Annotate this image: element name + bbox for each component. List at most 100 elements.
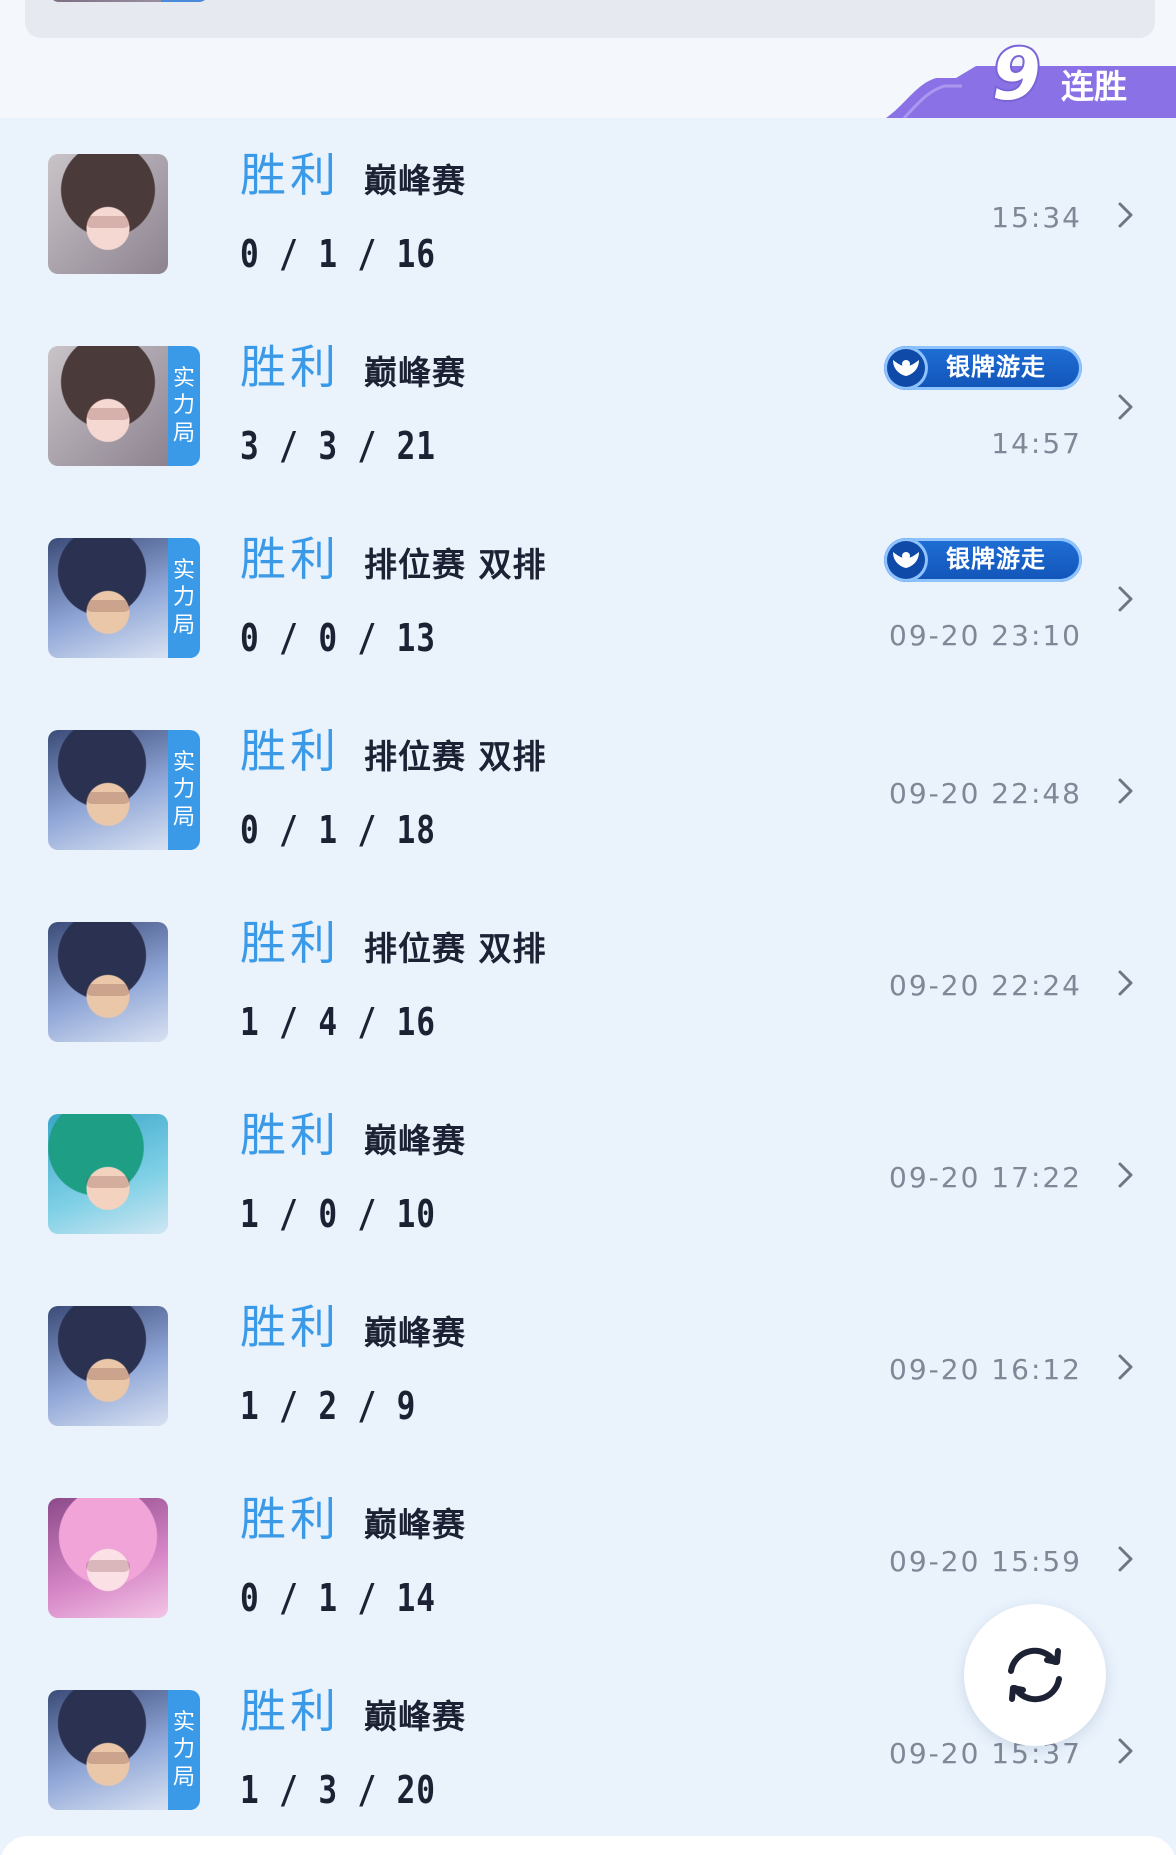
hero-avatar-wrap [48, 1498, 168, 1618]
tag-char: 实 [172, 1709, 195, 1735]
match-result: 胜利 [240, 1684, 340, 1738]
chevron-right-icon[interactable] [1112, 968, 1138, 998]
hero-avatar-wrap [48, 1114, 168, 1234]
chevron-right-icon[interactable] [1112, 1160, 1138, 1190]
match-mode: 巅峰赛 [364, 161, 466, 200]
hero-avatar [48, 922, 168, 1042]
tag-char: 实 [172, 557, 195, 583]
match-row[interactable]: 实力局 胜利 排位赛 双排 0 / 0 / 13 银牌游走 09-20 23:10 [0, 502, 1176, 694]
match-kda: 3 / 3 / 21 [240, 424, 436, 468]
tag-char: 局 [172, 1764, 195, 1790]
hero-avatar-wrap: 实力局 [48, 730, 200, 850]
hero-avatar [48, 730, 168, 850]
chevron-right-icon[interactable] [1112, 200, 1138, 230]
hero-avatar-wrap: 实力局 [48, 346, 200, 466]
match-kda: 0 / 0 / 13 [240, 616, 436, 660]
refresh-icon [1008, 1647, 1062, 1703]
refresh-button[interactable] [964, 1604, 1106, 1746]
match-kda: 0 / 1 / 14 [240, 1576, 436, 1620]
tag-char: 局 [172, 420, 195, 446]
tag-char: 力 [172, 393, 195, 419]
match-row[interactable]: 实力局 胜利 巅峰赛 3 / 3 / 21 银牌游走 14:57 [0, 310, 1176, 502]
rank-badge: 银牌游走 [884, 346, 1082, 390]
match-mode: 巅峰赛 [364, 1313, 466, 1352]
match-time: 09-20 17:22 [889, 1161, 1082, 1194]
match-result: 胜利 [240, 340, 340, 394]
strength-match-tag: 实力局 [168, 346, 200, 466]
hero-avatar-wrap: 实力局 [48, 538, 200, 658]
match-result: 胜利 [240, 148, 340, 202]
match-mode: 巅峰赛 [364, 1121, 466, 1160]
hero-avatar-wrap [48, 154, 168, 274]
tag-char: 局 [172, 612, 195, 638]
match-row[interactable]: 胜利 排位赛 双排 1 / 4 / 16 09-20 22:24 [0, 886, 1176, 1078]
match-kda: 1 / 0 / 10 [240, 1192, 436, 1236]
match-result: 胜利 [240, 1492, 340, 1546]
streak-label: 连胜 [1061, 67, 1127, 106]
match-time: 09-20 22:24 [889, 969, 1082, 1002]
strength-match-tag: 实力局 [168, 730, 200, 850]
match-kda: 0 / 1 / 18 [240, 808, 436, 852]
avatar-face-detail [86, 216, 130, 228]
match-time: 09-20 15:59 [889, 1545, 1082, 1578]
tag-char: 局 [172, 804, 195, 830]
strength-match-tag: 实力局 [168, 1690, 200, 1810]
chevron-right-icon[interactable] [1112, 584, 1138, 614]
match-kda: 0 / 1 / 16 [240, 232, 436, 276]
streak-count: 9 [990, 34, 1043, 116]
match-row[interactable]: 实力局 胜利 排位赛 双排 0 / 1 / 18 09-20 22:48 [0, 694, 1176, 886]
hero-avatar-wrap [48, 1306, 168, 1426]
hero-avatar [48, 154, 168, 274]
match-time: 09-20 15:37 [889, 1737, 1082, 1770]
match-time: 09-20 16:12 [889, 1353, 1082, 1386]
tag-char: 实 [172, 365, 195, 391]
match-kda: 1 / 3 / 20 [240, 1768, 436, 1812]
match-row[interactable]: 胜利 巅峰赛 0 / 1 / 16 15:34 [0, 118, 1176, 310]
match-mode: 巅峰赛 [364, 1697, 466, 1736]
avatar-face-detail [86, 984, 130, 996]
rank-badge-label: 银牌游走 [946, 353, 1046, 381]
match-mode: 排位赛 双排 [364, 929, 547, 968]
match-mode: 巅峰赛 [364, 353, 466, 392]
strength-match-tag: 实力局 [168, 538, 200, 658]
avatar-face-detail [86, 600, 130, 612]
hero-avatar [48, 1690, 168, 1810]
tag-char: 力 [172, 1737, 195, 1763]
match-time: 09-20 22:48 [889, 777, 1082, 810]
chevron-right-icon[interactable] [1112, 1736, 1138, 1766]
hero-avatar [48, 538, 168, 658]
match-time: 09-20 23:10 [889, 619, 1082, 652]
avatar-face-detail [86, 792, 130, 804]
hero-avatar [48, 1498, 168, 1618]
match-mode: 排位赛 双排 [364, 545, 547, 584]
tag-char: 力 [172, 777, 195, 803]
match-result: 胜利 [240, 916, 340, 970]
avatar-face-detail [86, 1560, 130, 1572]
hero-avatar [48, 1306, 168, 1426]
hero-avatar [48, 346, 168, 466]
tag-char: 力 [172, 585, 195, 611]
match-history-page: 9 连胜 胜利 巅峰赛 0 / 1 / 16 15:34 实力局胜利 巅峰赛 3 / 3 /… [0, 0, 1176, 1855]
avatar-face-detail [86, 1176, 130, 1188]
previous-card-partial [25, 0, 1155, 38]
match-mode: 巅峰赛 [364, 1505, 466, 1544]
partial-avatar [49, 0, 209, 2]
match-row[interactable]: 胜利 巅峰赛 1 / 0 / 10 09-20 17:22 [0, 1078, 1176, 1270]
chevron-right-icon[interactable] [1112, 392, 1138, 422]
rank-badge-label: 银牌游走 [946, 545, 1046, 573]
hero-avatar [48, 1114, 168, 1234]
chevron-right-icon[interactable] [1112, 1352, 1138, 1382]
match-time: 14:57 [991, 427, 1082, 460]
avatar-face-detail [86, 1752, 130, 1764]
match-list: 胜利 巅峰赛 0 / 1 / 16 15:34 实力局胜利 巅峰赛 3 / 3 / 21 银牌… [0, 118, 1176, 1855]
win-streak-banner: 9 连胜 [886, 38, 1176, 118]
match-row[interactable]: 胜利 巅峰赛 1 / 2 / 9 09-20 16:12 [0, 1270, 1176, 1462]
match-result: 胜利 [240, 1300, 340, 1354]
match-kda: 1 / 4 / 16 [240, 1000, 436, 1044]
chevron-right-icon[interactable] [1112, 1544, 1138, 1574]
tag-char: 实 [172, 749, 195, 775]
hero-avatar-wrap: 实力局 [48, 1690, 200, 1810]
chevron-right-icon[interactable] [1112, 776, 1138, 806]
match-result: 胜利 [240, 1108, 340, 1162]
wings-emblem-icon [884, 346, 928, 390]
